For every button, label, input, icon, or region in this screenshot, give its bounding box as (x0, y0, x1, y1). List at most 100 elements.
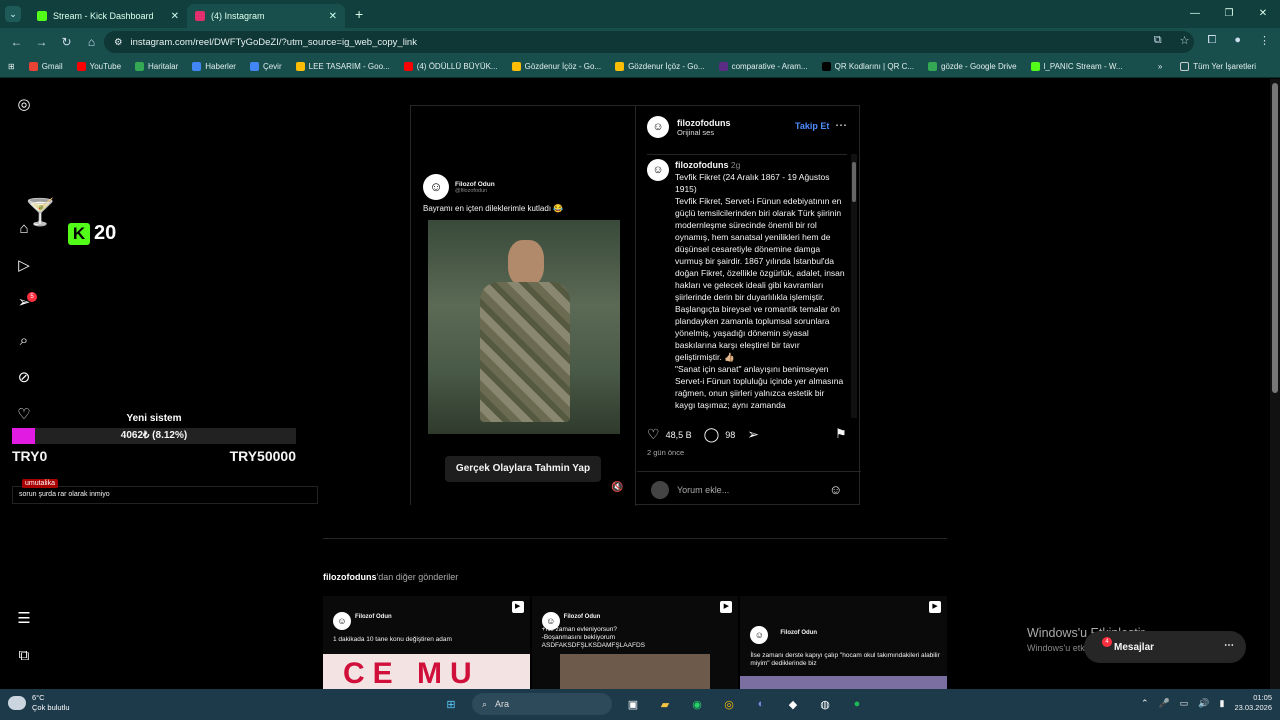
bookmark-item[interactable]: Gmail (28, 62, 63, 71)
grid-post[interactable]: ☺ Filozof Odun ▶ 1 dakikada 10 tane konu… (323, 596, 530, 689)
bookmark-item[interactable]: Haberler (192, 62, 236, 71)
profile-icon[interactable]: ● (1234, 34, 1241, 47)
chrome-icon[interactable]: ◎ (718, 693, 740, 715)
post-actions: ♡ 48,5 B ◯ 98 ➢ (647, 426, 759, 443)
grid-post[interactable]: ☺ Filozof Odun ▶ İlse zamanı derste kapı… (740, 596, 948, 689)
chevron-up-icon[interactable]: ⌃ (1141, 698, 1149, 709)
new-tab-button[interactable]: + (355, 6, 363, 22)
bookmark-favicon-icon (511, 62, 521, 71)
star-icon[interactable]: ☆ (1180, 34, 1190, 47)
tab-search-button[interactable]: ⌄ (5, 6, 21, 22)
tab-instagram[interactable]: (4) Instagram ✕ (187, 4, 345, 28)
weather-widget[interactable]: 6°C Çok bulutlu (8, 693, 70, 713)
maximize-button[interactable]: ❐ (1212, 0, 1246, 28)
whatsapp-icon[interactable]: ◉ (686, 693, 708, 715)
post-text: İlse zamanı derste kapıyı çalıp "hocam o… (750, 652, 940, 667)
bookmark-item[interactable]: gözde - Google Drive (928, 62, 1017, 71)
comment-input[interactable]: Yorum ekle... (677, 485, 729, 495)
bookmark-favicon-icon (295, 62, 305, 71)
bookmark-label: Gözdenur İçöz - Go... (524, 62, 602, 71)
more-bookmarks-icon[interactable]: » (1158, 62, 1162, 71)
kick-favicon-icon (37, 11, 47, 21)
more-posts-user[interactable]: filozofoduns (323, 572, 377, 582)
cta-button[interactable]: Gerçek Olaylara Tahmin Yap (445, 456, 601, 482)
audio-label[interactable]: Orijinal ses (677, 128, 731, 137)
close-tab-icon[interactable]: ✕ (329, 11, 337, 22)
bookmark-item[interactable]: comparative - Aram... (718, 62, 808, 71)
caption-avatar[interactable]: ☺ (647, 159, 669, 181)
more-options-icon[interactable]: ⋯ (835, 118, 847, 132)
reel-video[interactable]: ☺ Filozof Odun @filozofodun Bayramı en i… (411, 106, 636, 506)
explore-icon[interactable]: ⊘ (14, 368, 34, 388)
taskbar-search[interactable]: ⌕ Ara (472, 693, 612, 715)
goal-title: Yeni sistem (126, 413, 182, 424)
bookmark-item[interactable]: YouTube (76, 62, 121, 71)
bookmark-item[interactable]: Gözdenur İçöz - Go... (615, 62, 705, 71)
search-icon[interactable]: ⌕ (14, 331, 34, 351)
file-explorer-icon[interactable]: ▰ (654, 693, 676, 715)
reels-icon[interactable]: ▷ (14, 256, 34, 276)
reel-post: ☺ Filozof Odun @filozofodun Bayramı en i… (410, 105, 861, 506)
microphone-icon[interactable]: 🎤 (1159, 698, 1170, 709)
bookmark-item[interactable]: (4) ÖDÜLLÜ BÜYÜK... (403, 62, 498, 71)
also-from-meta-icon[interactable]: ⧉ (14, 646, 34, 666)
apps-icon[interactable]: ⊞ (8, 62, 15, 71)
battery-icon[interactable]: ▮ (1220, 698, 1225, 709)
volume-icon[interactable]: 🔊 (1198, 698, 1209, 709)
close-tab-icon[interactable]: ✕ (171, 11, 179, 22)
app-icon[interactable]: ◆ (782, 693, 804, 715)
bookmark-item[interactable]: Haritalar (135, 62, 178, 71)
tweet-header: ☺ Filozof Odun @filozofodun (423, 174, 495, 200)
close-window-button[interactable]: ✕ (1246, 0, 1280, 28)
post-username[interactable]: filozofoduns (677, 118, 731, 128)
caption-scrollbar[interactable] (851, 154, 857, 418)
comment-icon[interactable]: ◯ (704, 426, 720, 443)
back-button[interactable]: ← (4, 35, 29, 49)
task-view-icon[interactable]: ▣ (622, 693, 644, 715)
discord-icon[interactable]: ◐ (750, 693, 772, 715)
cloud-icon (8, 696, 26, 710)
follow-button[interactable]: Takip Et (795, 121, 829, 131)
messages-button[interactable]: Mesajlar ⋯ (1084, 631, 1246, 663)
mute-icon[interactable]: 🔇 (611, 482, 623, 493)
goal-start: TRY0 (12, 448, 48, 464)
menu-icon[interactable]: ⋮ (1259, 34, 1270, 47)
tab-kick[interactable]: Stream - Kick Dashboard ✕ (29, 4, 187, 28)
like-icon[interactable]: ♡ (647, 426, 660, 443)
bookmark-item[interactable]: Gözdenur İçöz - Go... (511, 62, 602, 71)
clock[interactable]: 01:05 23.03.2026 (1234, 693, 1272, 713)
reload-button[interactable]: ↻ (54, 35, 79, 49)
minimize-button[interactable]: — (1178, 0, 1212, 28)
bookmark-item[interactable]: l_PANIC Stream - W... (1030, 62, 1123, 71)
bookmark-label: Çevir (262, 62, 282, 71)
forward-button[interactable]: → (29, 35, 54, 49)
my-avatar (651, 481, 669, 499)
obs-icon[interactable]: ◍ (814, 693, 836, 715)
all-bookmarks[interactable]: Tüm Yer İşaretleri (1180, 62, 1256, 71)
network-icon[interactable]: ▭ (1180, 698, 1189, 709)
messages-badge: 4 (1102, 637, 1112, 647)
like-count[interactable]: 48,5 B (666, 430, 692, 440)
spotify-icon[interactable]: ● (846, 693, 868, 715)
start-icon[interactable]: ⊞ (440, 693, 462, 715)
url-input[interactable]: ⚙ instagram.com/reel/DWFTyGoDeZI/?utm_so… (104, 31, 1194, 53)
bookmark-item[interactable]: QR Kodlarını | QR C... (821, 62, 914, 71)
page-scrollbar[interactable] (1270, 79, 1280, 689)
grid-post[interactable]: ☺ Filozof Odun ▶ +Ne zaman evleniyorsun?… (531, 596, 739, 689)
home-button[interactable]: ⌂ (79, 35, 104, 49)
install-icon[interactable]: ⧉ (1154, 34, 1162, 47)
save-icon[interactable]: ⚑ (835, 426, 847, 442)
instagram-favicon-icon (195, 11, 205, 21)
instagram-logo-icon[interactable]: ◎ (14, 95, 34, 115)
more-menu-icon[interactable]: ☰ (14, 609, 34, 629)
person-head (508, 240, 544, 286)
caption-username[interactable]: filozofoduns (675, 160, 729, 170)
comment-count: 98 (725, 429, 736, 440)
emoji-icon[interactable]: ☺ (829, 482, 842, 497)
bookmark-item[interactable]: Çevir (249, 62, 282, 71)
extensions-icon[interactable]: ⧠ (1208, 34, 1217, 47)
bookmark-item[interactable]: LEE TASARIM - Goo... (295, 62, 390, 71)
share-icon[interactable]: ➢ (747, 426, 759, 443)
user-avatar[interactable]: ☺ (647, 116, 669, 138)
site-info-icon[interactable]: ⚙ (114, 37, 123, 48)
